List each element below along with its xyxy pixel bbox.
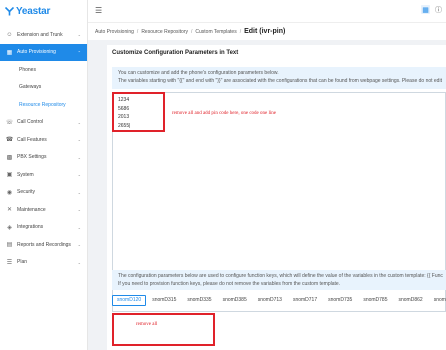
settings-grid-icon: ▩: [6, 154, 13, 161]
chevron-down-icon: ⌄: [77, 172, 81, 178]
chevron-down-icon: ⌄: [77, 259, 81, 265]
integrations-icon: ◈: [7, 224, 12, 231]
sidebar-item-label: Maintenance: [17, 206, 46, 213]
chevron-up-icon: ⌃: [77, 49, 81, 55]
sidebar-item-security[interactable]: ◉ Security ⌄: [0, 184, 87, 202]
top-right-actions: ▦ ⓘ: [421, 5, 443, 14]
call-features-icon: ☎: [5, 137, 14, 144]
sidebar-subitem-resource-repository[interactable]: Resource Repository: [0, 96, 87, 114]
sidebar-item-label: PBX Settings: [17, 154, 47, 161]
chevron-down-icon: ⌄: [77, 189, 81, 195]
wrench-icon: ✕: [6, 207, 13, 214]
info-line: The configuration parameters below are u…: [118, 273, 443, 279]
sidebar-item-extension-and-trunk[interactable]: ☺ Extension and Trunk ⌄: [0, 26, 87, 44]
brand-logo[interactable]: Yeastar: [0, 0, 87, 22]
info-line: The variables starting with "{{" and end…: [118, 77, 442, 84]
sidebar-item-label: Call Control: [17, 119, 44, 126]
tab-snomd335[interactable]: snomD335: [182, 295, 216, 306]
breadcrumb: Auto Provisioning / Resource Repository …: [88, 22, 446, 40]
plan-icon: ☰: [6, 259, 13, 266]
hamburger-menu-icon[interactable]: ☰: [95, 6, 102, 15]
tab-snom[interactable]: snom: [429, 295, 446, 306]
yeastar-logo-icon: [5, 6, 14, 16]
sidebar-item-reports-and-recordings[interactable]: ▤ Reports and Recordings ⌄: [0, 236, 87, 254]
annotation-box-bottom: [112, 313, 215, 346]
sidebar-subitem-phones[interactable]: Phones: [0, 61, 87, 79]
sidebar-item-label: Extension and Trunk: [17, 31, 63, 38]
sidebar-item-label: System: [17, 171, 34, 178]
sidebar-item-plan[interactable]: ☰ Plan ⌄: [0, 254, 87, 272]
help-icon[interactable]: ⓘ: [434, 5, 443, 14]
info-line: If you need to provision function keys, …: [118, 280, 341, 287]
sidebar-subitem-gateways[interactable]: Gateways: [0, 79, 87, 97]
breadcrumb-resource-repository[interactable]: Resource Repository: [141, 29, 188, 35]
tab-snomd735[interactable]: snomD735: [323, 295, 357, 306]
sidebar-nav: ☺ Extension and Trunk ⌄ ▦ Auto Provision…: [0, 26, 87, 271]
top-bar: ☰ ▦ ⓘ: [88, 0, 446, 22]
sidebar-item-label: Integrations: [17, 224, 44, 231]
breadcrumb-separator: /: [239, 28, 242, 35]
users-icon: ☺: [6, 31, 13, 38]
brand-name: Yeastar: [16, 5, 51, 17]
chevron-down-icon: ⌄: [77, 154, 81, 160]
sidebar-item-system[interactable]: ▣ System ⌄: [0, 166, 87, 184]
shield-icon: ◉: [6, 189, 13, 196]
tab-snomd717[interactable]: snomD717: [288, 295, 322, 306]
sidebar-item-auto-provisioning[interactable]: ▦ Auto Provisioning ⌃: [0, 43, 87, 61]
sidebar-item-maintenance[interactable]: ✕ Maintenance ⌄: [0, 201, 87, 219]
tab-snomd862[interactable]: snomD862: [394, 295, 428, 306]
sidebar-item-label: Auto Provisioning: [17, 49, 56, 56]
chevron-down-icon: ⌄: [77, 137, 81, 143]
sidebar-item-label: Security: [17, 189, 36, 196]
tab-snomd385[interactable]: snomD385: [218, 295, 252, 306]
phone-icon: ☏: [5, 119, 14, 126]
annotation-text-editor: remove all and add pin code here, one co…: [172, 111, 276, 116]
breadcrumb-custom-templates[interactable]: Custom Templates: [195, 29, 236, 35]
chevron-down-icon: ⌄: [77, 207, 81, 213]
sidebar-item-pbx-settings[interactable]: ▩ PBX Settings ⌄: [0, 149, 87, 167]
sidebar-item-call-control[interactable]: ☏ Call Control ⌄: [0, 114, 87, 132]
sidebar-item-label: Call Features: [17, 136, 47, 143]
sidebar-item-label: Reports and Recordings: [17, 241, 71, 248]
info-line: You can customize and add the phone's co…: [118, 70, 279, 76]
tab-snomd785[interactable]: snomD785: [358, 295, 392, 306]
breadcrumb-separator: /: [136, 28, 139, 35]
section-title: Customize Configuration Parameters in Te…: [112, 50, 239, 56]
function-keys-info-box: The configuration parameters below are u…: [112, 270, 446, 290]
main-content: Customize Configuration Parameters in Te…: [107, 45, 446, 350]
chevron-down-icon: ⌄: [77, 224, 81, 230]
tab-snomd315[interactable]: snomD315: [147, 295, 181, 306]
sidebar-item-call-features[interactable]: ☎ Call Features ⌄: [0, 131, 87, 149]
chevron-down-icon: ⌄: [77, 119, 81, 125]
phone-model-tabs: snomD120 snomD315 snomD335 snomD385 snom…: [112, 293, 446, 307]
system-icon: ▣: [6, 172, 13, 179]
sidebar: Yeastar ☺ Extension and Trunk ⌄ ▦ Auto P…: [0, 0, 88, 350]
reports-icon: ▤: [6, 242, 13, 249]
tab-snomd120[interactable]: snomD120: [112, 294, 147, 306]
chevron-down-icon: ⌄: [77, 242, 81, 248]
breadcrumb-separator: /: [191, 28, 193, 35]
apps-grid-icon[interactable]: ▦: [421, 5, 430, 14]
sidebar-item-label: Plan: [17, 259, 28, 266]
tab-snomd713[interactable]: snomD713: [253, 295, 287, 306]
chevron-down-icon: ⌄: [77, 32, 81, 38]
annotation-text-bottom: remove all: [136, 322, 158, 327]
breadcrumb-auto-provisioning[interactable]: Auto Provisioning: [95, 29, 134, 35]
info-box: You can customize and add the phone's co…: [112, 67, 446, 89]
provision-icon: ▦: [6, 49, 13, 56]
annotation-box-editor: [112, 92, 165, 132]
page-title: Edit (ivr-pin): [244, 28, 286, 35]
sidebar-item-integrations[interactable]: ◈ Integrations ⌄: [0, 219, 87, 237]
